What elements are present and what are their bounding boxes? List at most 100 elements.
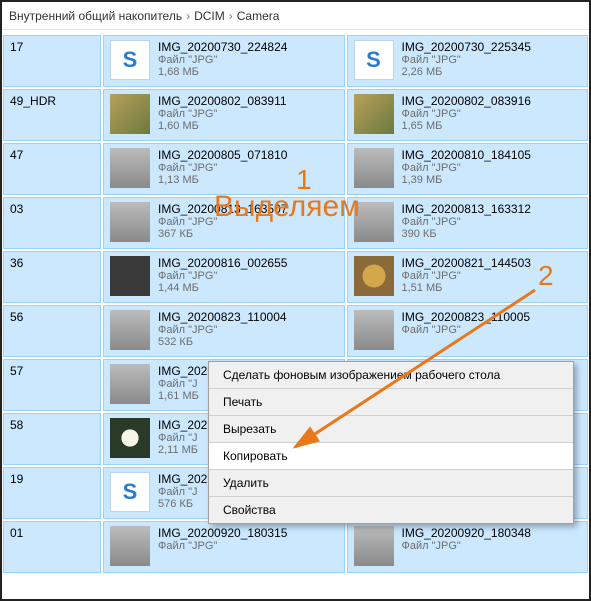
file-type: Файл "JPG" (402, 216, 531, 228)
file-item[interactable]: IMG_20200821_144503Файл "JPG"1,51 МБ (347, 251, 589, 303)
file-type: Файл "JPG" (158, 108, 287, 120)
file-name: IMG_20200805_071810 (158, 148, 287, 162)
ctx-print[interactable]: Печать (209, 389, 573, 416)
file-type: Файл "JPG" (158, 540, 287, 552)
file-item[interactable]: IMG_20200730_225345Файл "JPG"2,26 МБ (347, 35, 589, 87)
file-icon (354, 40, 394, 80)
file-type: Файл "J (158, 432, 207, 444)
file-item[interactable]: IMG_20200920_180348Файл "JPG" (347, 521, 589, 573)
file-item[interactable]: IMG_20200730_224824Файл "JPG"1,68 МБ (103, 35, 345, 87)
file-type: Файл "JPG" (402, 108, 531, 120)
chevron-right-icon: › (229, 9, 233, 23)
thumbnail-icon (110, 526, 150, 566)
file-name: IMG_20200821_144503 (402, 256, 531, 270)
file-item[interactable]: IMG_20200816_002655Файл "JPG"1,44 МБ (103, 251, 345, 303)
ctx-cut[interactable]: Вырезать (209, 416, 573, 443)
file-item[interactable]: 57 (3, 359, 101, 411)
file-item[interactable]: 36 (3, 251, 101, 303)
file-name: IMG_20200802_083911 (158, 94, 287, 108)
file-icon (110, 40, 150, 80)
breadcrumb-segment[interactable]: Внутренний общий накопитель (9, 9, 182, 23)
file-name: IMG_202 (158, 418, 207, 432)
file-name: IMG_202 (158, 364, 207, 378)
file-type: Файл "J (158, 486, 207, 498)
file-item[interactable]: IMG_20200805_071810Файл "JPG"1,13 МБ (103, 143, 345, 195)
file-item[interactable]: IMG_20200802_083916Файл "JPG"1,65 МБ (347, 89, 589, 141)
file-item[interactable]: IMG_20200813_163312Файл "JPG"390 КБ (347, 197, 589, 249)
file-type: Файл "JPG" (402, 270, 531, 282)
file-name: 01 (10, 526, 23, 540)
file-item[interactable]: 47 (3, 143, 101, 195)
file-item[interactable]: 03 (3, 197, 101, 249)
file-size: 1,65 МБ (402, 120, 531, 132)
thumbnail-icon (354, 202, 394, 242)
file-name: 36 (10, 256, 23, 270)
file-size: 1,60 МБ (158, 120, 287, 132)
ctx-properties[interactable]: Свойства (209, 497, 573, 523)
thumbnail-icon (110, 364, 150, 404)
file-size: 1,39 МБ (402, 174, 531, 186)
file-item[interactable]: IMG_20200823_110004Файл "JPG"532 КБ (103, 305, 345, 357)
file-size: 1,44 МБ (158, 282, 287, 294)
file-name: IMG_20200816_002655 (158, 256, 287, 270)
file-name: IMG_20200810_184105 (402, 148, 531, 162)
file-item[interactable]: 01 (3, 521, 101, 573)
file-name: IMG_20200730_224824 (158, 40, 287, 54)
thumbnail-icon (354, 526, 394, 566)
file-size: 532 КБ (158, 336, 287, 348)
file-name: IMG_20200823_110004 (158, 310, 287, 324)
thumbnail-icon (110, 148, 150, 188)
file-type: Файл "JPG" (402, 54, 531, 66)
file-size: 2,26 МБ (402, 66, 531, 78)
file-type: Файл "JPG" (402, 162, 531, 174)
file-name: IMG_202 (158, 472, 207, 486)
file-name: 19 (10, 472, 23, 486)
file-item[interactable]: IMG_20200813_163507Файл "JPG"367 КБ (103, 197, 345, 249)
ctx-copy[interactable]: Копировать (209, 443, 573, 470)
file-item[interactable]: 19 (3, 467, 101, 519)
thumbnail-icon (354, 148, 394, 188)
file-name: 57 (10, 364, 23, 378)
file-name: 03 (10, 202, 23, 216)
file-item[interactable]: 58 (3, 413, 101, 465)
file-item[interactable]: 17 (3, 35, 101, 87)
thumbnail-icon (110, 418, 150, 458)
file-name: IMG_20200802_083916 (402, 94, 531, 108)
breadcrumb-segment[interactable]: DCIM (194, 9, 225, 23)
file-size: 1,61 МБ (158, 390, 207, 402)
file-item[interactable]: 49_HDR (3, 89, 101, 141)
file-name: 17 (10, 40, 23, 54)
file-item[interactable]: IMG_20200802_083911Файл "JPG"1,60 МБ (103, 89, 345, 141)
chevron-right-icon: › (186, 9, 190, 23)
file-type: Файл "JPG" (158, 324, 287, 336)
file-size: 367 КБ (158, 228, 287, 240)
file-size: 390 КБ (402, 228, 531, 240)
breadcrumb[interactable]: Внутренний общий накопитель › DCIM › Cam… (2, 2, 589, 30)
breadcrumb-segment[interactable]: Camera (237, 9, 280, 23)
file-size: 1,68 МБ (158, 66, 287, 78)
file-type: Файл "JPG" (158, 54, 287, 66)
thumbnail-icon (110, 94, 150, 134)
thumbnail-icon (354, 94, 394, 134)
file-name: IMG_20200730_225345 (402, 40, 531, 54)
file-icon (110, 472, 150, 512)
file-item[interactable]: IMG_20200823_110005Файл "JPG" (347, 305, 589, 357)
thumbnail-icon (110, 310, 150, 350)
file-type: Файл "JPG" (158, 270, 287, 282)
file-name: IMG_20200813_163507 (158, 202, 287, 216)
file-name: IMG_20200813_163312 (402, 202, 531, 216)
file-type: Файл "JPG" (158, 216, 287, 228)
file-item[interactable]: IMG_20200810_184105Файл "JPG"1,39 МБ (347, 143, 589, 195)
file-name: 49_HDR (10, 94, 56, 108)
file-name: IMG_20200920_180315 (158, 526, 287, 540)
file-item[interactable]: IMG_20200920_180315Файл "JPG" (103, 521, 345, 573)
file-item[interactable]: 56 (3, 305, 101, 357)
file-size: 1,51 МБ (402, 282, 531, 294)
ctx-set-wallpaper[interactable]: Сделать фоновым изображением рабочего ст… (209, 362, 573, 389)
file-type: Файл "JPG" (402, 540, 531, 552)
file-size: 1,13 МБ (158, 174, 287, 186)
thumbnail-icon (354, 256, 394, 296)
file-name: 47 (10, 148, 23, 162)
ctx-delete[interactable]: Удалить (209, 470, 573, 497)
file-type: Файл "JPG" (158, 162, 287, 174)
